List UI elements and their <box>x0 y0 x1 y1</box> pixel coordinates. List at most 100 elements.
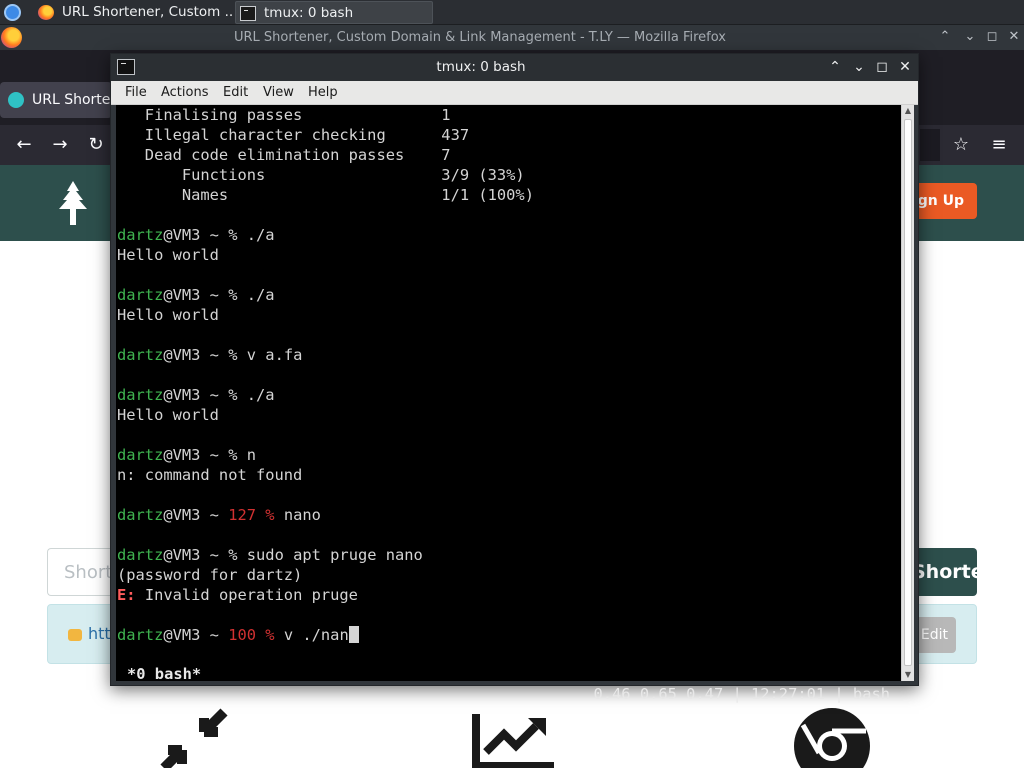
terminal-window: tmux: 0 bash ⌃ ⌄ ◻ ✕ File Actions Edit V… <box>110 53 919 703</box>
terminal-prompt-line: dartz@VM3 ~ 100 % v ./nan <box>117 625 359 645</box>
prompt-symbol: % <box>228 286 247 304</box>
terminal-line: Hello world <box>117 246 219 264</box>
minimize-icon[interactable]: ⌃ <box>937 29 953 45</box>
terminal-line: Hello world <box>117 406 219 424</box>
taskbar-task-firefox[interactable]: URL Shortener, Custom ... <box>34 1 233 24</box>
taskbar: URL Shortener, Custom ... tmux: 0 bash <box>0 0 1024 25</box>
prompt-user: dartz <box>117 386 164 404</box>
terminal-line: (password for dartz) <box>117 566 303 584</box>
terminal-line: n: command not found <box>117 466 303 484</box>
prompt-command: v a.fa <box>246 346 303 364</box>
prompt-host: @VM3 ~ <box>163 346 229 364</box>
short-link-text[interactable]: htt <box>88 605 111 663</box>
chevron-down-icon[interactable]: ⌄ <box>962 29 978 45</box>
close-icon[interactable]: ✕ <box>1006 29 1022 45</box>
forward-icon[interactable]: → <box>48 133 72 157</box>
prompt-host: @VM3 ~ <box>163 546 229 564</box>
error-tag: E: <box>117 586 136 604</box>
firefox-window-title: URL Shortener, Custom Domain & Link Mana… <box>234 30 726 45</box>
maximize-icon[interactable]: ◻ <box>874 59 890 75</box>
prompt-user: dartz <box>117 346 164 364</box>
close-icon[interactable]: ✕ <box>897 59 913 75</box>
prompt-user: dartz <box>117 446 164 464</box>
terminal-line: Finalising passes 1 <box>117 106 451 124</box>
taskbar-task-label: tmux: 0 bash <box>264 5 354 21</box>
taskbar-task-terminal[interactable]: tmux: 0 bash <box>235 1 433 24</box>
chart-line-icon <box>472 714 554 768</box>
menu-file[interactable]: File <box>125 81 147 105</box>
scrollbar-thumb[interactable] <box>904 119 912 666</box>
terminal-icon <box>240 6 256 21</box>
terminal-output[interactable]: *0 bash* 0.46 0.65 0.47 | 12:27:01 | bas… <box>116 105 902 703</box>
tmux-status-bar: *0 bash* 0.46 0.65 0.47 | 12:27:01 | bas… <box>117 644 902 703</box>
url-input[interactable]: Short <box>47 548 117 596</box>
firefox-titlebar: URL Shortener, Custom Domain & Link Mana… <box>0 25 1024 50</box>
prompt-symbol: % <box>265 506 284 524</box>
terminal-prompt-line: dartz@VM3 ~ % ./a <box>117 385 275 405</box>
terminal-line: Dead code elimination passes 7 <box>117 146 451 164</box>
terminal-prompt-line: dartz@VM3 ~ % n <box>117 445 256 465</box>
prompt-symbol: % <box>228 346 247 364</box>
tmux-window-label: *0 bash* <box>127 665 202 683</box>
minimize-icon[interactable]: ⌄ <box>851 59 867 75</box>
prompt-host: @VM3 ~ <box>163 386 229 404</box>
menu-help[interactable]: Help <box>308 81 338 105</box>
prompt-command: nano <box>283 506 321 524</box>
maximize-icon[interactable]: ◻ <box>984 29 1000 45</box>
prompt-command: n <box>246 446 257 464</box>
prompt-user: dartz <box>117 506 164 524</box>
menu-view[interactable]: View <box>263 81 294 105</box>
prompt-host: @VM3 ~ <box>163 226 229 244</box>
terminal-line: Names 1/1 (100%) <box>117 186 534 204</box>
link-icon <box>68 629 82 641</box>
prompt-command: ./a <box>246 226 275 244</box>
prompt-host: @VM3 ~ <box>163 446 229 464</box>
back-icon[interactable]: ← <box>12 133 36 157</box>
prompt-symbol: % <box>228 226 247 244</box>
taskbar-task-label: URL Shortener, Custom ... <box>62 4 233 20</box>
prompt-exit-code: 100 <box>228 626 266 644</box>
edit-button[interactable]: Edit <box>915 617 956 653</box>
scroll-up-icon[interactable]: ▲ <box>902 105 914 117</box>
terminal-line: Hello world <box>117 306 219 324</box>
compress-arrows-icon <box>160 708 228 768</box>
prompt-symbol: % <box>265 626 284 644</box>
bookmark-star-icon[interactable]: ☆ <box>949 133 973 157</box>
chrome-browser-icon <box>794 708 870 768</box>
terminal-titlebar[interactable]: tmux: 0 bash ⌃ ⌄ ◻ ✕ <box>111 54 918 81</box>
browser-tab-label: URL Shorten <box>32 92 120 108</box>
scroll-down-icon[interactable]: ▼ <box>902 669 914 681</box>
menu-edit[interactable]: Edit <box>223 81 248 105</box>
url-input-placeholder: Short <box>64 562 113 583</box>
prompt-exit-code: 127 <box>228 506 266 524</box>
shorten-button[interactable]: Shorten ❯ <box>912 548 977 596</box>
terminal-line: Illegal character checking 437 <box>117 126 470 144</box>
terminal-scrollbar[interactable]: ▲ ▼ <box>901 105 914 681</box>
prompt-user: dartz <box>117 286 164 304</box>
prompt-symbol: % <box>228 546 247 564</box>
menu-actions[interactable]: Actions <box>161 81 209 105</box>
reload-icon[interactable]: ↻ <box>84 133 108 157</box>
browser-tab[interactable]: URL Shorten <box>0 82 119 118</box>
keep-above-icon[interactable]: ⌃ <box>827 59 843 75</box>
prompt-user: dartz <box>117 226 164 244</box>
error-message: Invalid operation pruge <box>135 586 358 604</box>
url-bar[interactable] <box>920 129 940 161</box>
menu-icon[interactable]: ≡ <box>987 133 1011 157</box>
terminal-line: Functions 3/9 (33%) <box>117 166 525 184</box>
tree-logo-icon[interactable] <box>52 179 94 227</box>
prompt-command: ./a <box>246 286 275 304</box>
terminal-prompt-line: dartz@VM3 ~ % ./a <box>117 225 275 245</box>
prompt-user: dartz <box>117 546 164 564</box>
terminal-prompt-line: dartz@VM3 ~ % v a.fa <box>117 345 302 365</box>
terminal-prompt-line: dartz@VM3 ~ 127 % nano <box>117 505 321 525</box>
shorten-label: Shorten <box>912 561 977 583</box>
prompt-command: ./a <box>246 386 275 404</box>
terminal-menubar: File Actions Edit View Help <box>111 81 918 105</box>
app-launcher-icon[interactable] <box>4 4 21 21</box>
terminal-cursor <box>348 626 359 643</box>
terminal-error-line: E: Invalid operation pruge <box>117 585 358 605</box>
prompt-host: @VM3 ~ <box>163 286 229 304</box>
terminal-prompt-line: dartz@VM3 ~ % sudo apt pruge nano <box>117 545 423 565</box>
prompt-symbol: % <box>228 446 247 464</box>
